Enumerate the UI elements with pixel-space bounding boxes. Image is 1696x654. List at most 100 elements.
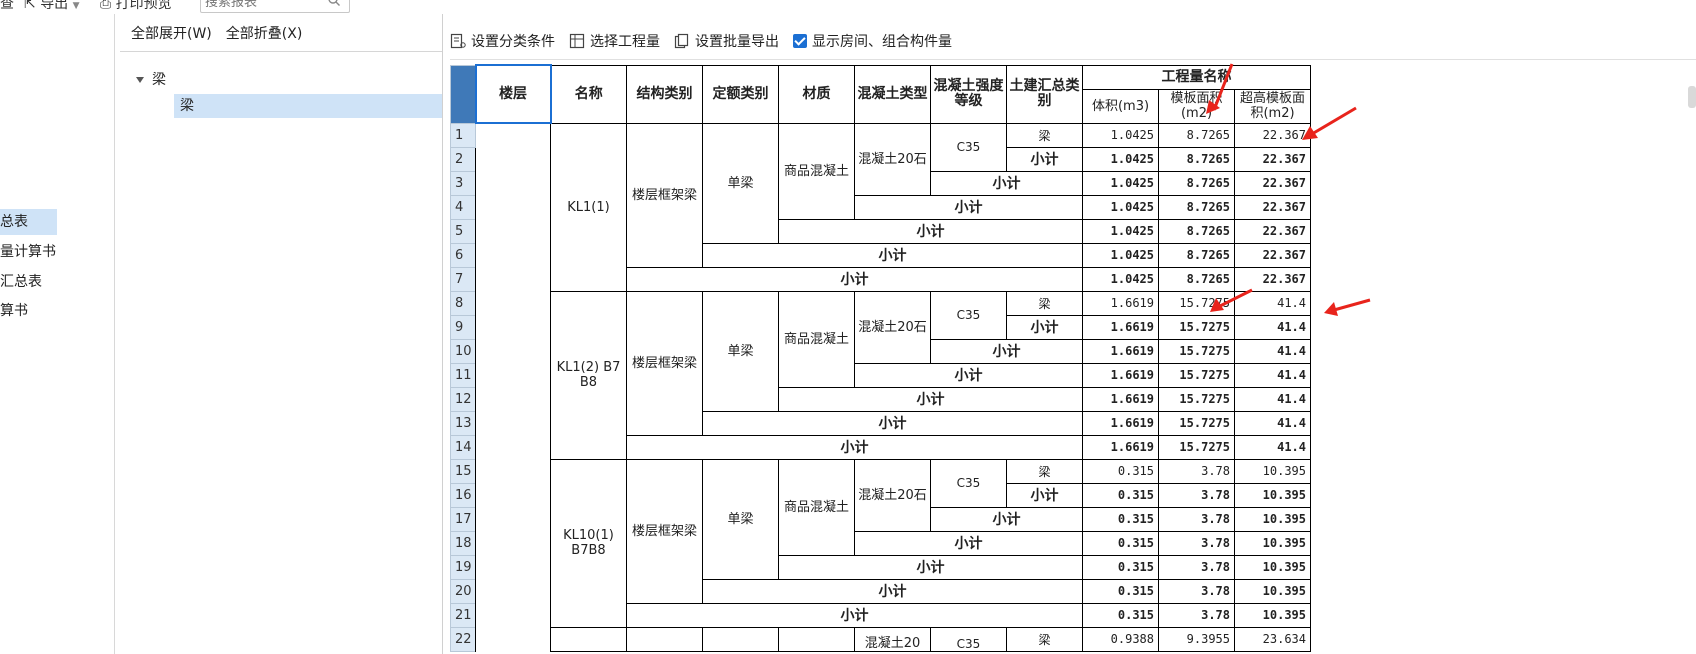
- cell-volume[interactable]: 1.0425: [1082, 242, 1159, 268]
- cell-volume[interactable]: 0.315: [1082, 506, 1159, 532]
- cell-material[interactable]: 商品混凝土: [778, 290, 855, 388]
- cell-high-formwork[interactable]: 22.367: [1234, 194, 1311, 220]
- cell-volume[interactable]: 1.6619: [1082, 434, 1159, 460]
- cell-high-formwork[interactable]: 10.395: [1234, 554, 1311, 580]
- row-number[interactable]: 21: [450, 602, 476, 628]
- toolbar-item-query[interactable]: 查: [0, 0, 14, 14]
- row-number[interactable]: 3: [450, 170, 476, 196]
- header-concrete-type[interactable]: 混凝土类型: [854, 64, 931, 124]
- cell-volume[interactable]: 1.6619: [1082, 410, 1159, 436]
- cell-formwork[interactable]: 3.78: [1158, 458, 1235, 484]
- row-number[interactable]: 19: [450, 554, 476, 580]
- cell-concrete-grade[interactable]: C35: [930, 290, 1007, 340]
- cell-high-formwork[interactable]: 41.4: [1234, 362, 1311, 388]
- cell-material[interactable]: 商品混凝土: [778, 122, 855, 220]
- cell-subtotal[interactable]: 小计: [854, 194, 1083, 220]
- header-formwork-area[interactable]: 模板面积(m2): [1158, 88, 1235, 124]
- cell-formwork[interactable]: 8.7265: [1158, 242, 1235, 268]
- cell-subtotal[interactable]: 小计: [1006, 146, 1083, 172]
- cell-volume[interactable]: 1.6619: [1082, 362, 1159, 388]
- cell-volume[interactable]: 1.6619: [1082, 290, 1159, 316]
- cell-high-formwork[interactable]: 41.4: [1234, 338, 1311, 364]
- cell-concrete-grade[interactable]: C35: [930, 626, 1007, 652]
- cell-concrete-type[interactable]: 混凝土20: [854, 626, 931, 652]
- cell-formwork[interactable]: 8.7265: [1158, 170, 1235, 196]
- cell-formwork[interactable]: 8.7265: [1158, 146, 1235, 172]
- search-icon[interactable]: [327, 0, 341, 7]
- checkbox-checked-icon[interactable]: [793, 34, 807, 48]
- cell-civil-category[interactable]: 梁: [1006, 458, 1083, 484]
- cell-high-formwork[interactable]: 10.395: [1234, 482, 1311, 508]
- cell-name[interactable]: [550, 626, 627, 652]
- row-number[interactable]: 6: [450, 242, 476, 268]
- caret-down-icon[interactable]: [136, 77, 144, 83]
- cell-high-formwork[interactable]: 41.4: [1234, 290, 1311, 316]
- cell-volume[interactable]: 1.0425: [1082, 170, 1159, 196]
- cell-material[interactable]: 商品混凝土: [778, 458, 855, 556]
- select-quantity-button[interactable]: 选择工程量: [569, 31, 660, 51]
- print-preview-button[interactable]: ⎙ 打印预览: [100, 0, 172, 14]
- cell-subtotal[interactable]: 小计: [626, 434, 1083, 460]
- right-edge-handle[interactable]: [1688, 86, 1696, 108]
- cell-volume[interactable]: 0.9388: [1082, 626, 1159, 652]
- header-concrete-grade[interactable]: 混凝土强度等级: [930, 64, 1007, 124]
- show-rooms-checkbox[interactable]: 显示房间、组合构件量: [793, 31, 952, 51]
- cell-formwork[interactable]: 3.78: [1158, 506, 1235, 532]
- tree-node-beam-root[interactable]: 梁: [136, 68, 166, 92]
- cell-volume[interactable]: 1.0425: [1082, 146, 1159, 172]
- row-number[interactable]: 10: [450, 338, 476, 364]
- cell-civil-category[interactable]: 梁: [1006, 626, 1083, 652]
- report-item-calc-book[interactable]: 量计算书: [0, 239, 56, 265]
- cell-struct-type[interactable]: 楼层框架梁: [626, 290, 703, 436]
- cell-formwork[interactable]: 8.7265: [1158, 122, 1235, 148]
- cell-formwork[interactable]: 15.7275: [1158, 410, 1235, 436]
- header-high-formwork-area[interactable]: 超高模板面积(m2): [1234, 88, 1311, 124]
- header-volume[interactable]: 体积(m3): [1082, 88, 1159, 124]
- cell-high-formwork[interactable]: 22.367: [1234, 218, 1311, 244]
- cell-high-formwork[interactable]: 10.395: [1234, 602, 1311, 628]
- cell-formwork[interactable]: 15.7275: [1158, 338, 1235, 364]
- report-item-summary[interactable]: 总表: [0, 209, 57, 235]
- cell-high-formwork[interactable]: 10.395: [1234, 530, 1311, 556]
- cell-concrete-type[interactable]: 混凝土20石: [854, 458, 931, 532]
- collapse-all-button[interactable]: 全部折叠(X): [226, 23, 303, 43]
- cell-formwork[interactable]: 15.7275: [1158, 314, 1235, 340]
- set-category-button[interactable]: 设置分类条件: [450, 31, 555, 51]
- batch-export-button[interactable]: 设置批量导出: [674, 31, 779, 51]
- cell-formwork[interactable]: 8.7265: [1158, 266, 1235, 292]
- cell-subtotal[interactable]: 小计: [778, 218, 1083, 244]
- row-number[interactable]: 20: [450, 578, 476, 604]
- cell-quota-type[interactable]: 单梁: [702, 458, 779, 580]
- cell-high-formwork[interactable]: 41.4: [1234, 386, 1311, 412]
- cell-volume[interactable]: 1.0425: [1082, 194, 1159, 220]
- cell-volume[interactable]: 1.6619: [1082, 338, 1159, 364]
- cell-formwork[interactable]: 15.7275: [1158, 290, 1235, 316]
- row-number[interactable]: 7: [450, 266, 476, 292]
- cell-high-formwork[interactable]: 10.395: [1234, 578, 1311, 604]
- cell-formwork[interactable]: 9.3955: [1158, 626, 1235, 652]
- cell-volume[interactable]: 0.315: [1082, 458, 1159, 484]
- row-number[interactable]: 16: [450, 482, 476, 508]
- cell-formwork[interactable]: 3.78: [1158, 482, 1235, 508]
- cell-formwork[interactable]: 8.7265: [1158, 218, 1235, 244]
- header-material[interactable]: 材质: [778, 64, 855, 124]
- cell-subtotal[interactable]: 小计: [778, 554, 1083, 580]
- cell-volume[interactable]: 1.0425: [1082, 122, 1159, 148]
- cell-subtotal[interactable]: 小计: [702, 410, 1083, 436]
- cell-subtotal[interactable]: 小计: [1006, 314, 1083, 340]
- cell-struct-type[interactable]: [626, 626, 703, 652]
- row-number[interactable]: 5: [450, 218, 476, 244]
- cell-subtotal[interactable]: 小计: [778, 386, 1083, 412]
- row-number[interactable]: 15: [450, 458, 476, 484]
- cell-subtotal[interactable]: 小计: [854, 362, 1083, 388]
- cell-formwork[interactable]: 15.7275: [1158, 362, 1235, 388]
- row-number[interactable]: 9: [450, 314, 476, 340]
- cell-formwork[interactable]: 15.7275: [1158, 434, 1235, 460]
- cell-volume[interactable]: 1.0425: [1082, 266, 1159, 292]
- row-number[interactable]: 22: [450, 626, 476, 652]
- report-search-input[interactable]: [201, 0, 321, 12]
- header-name[interactable]: 名称: [550, 64, 627, 124]
- cell-civil-category[interactable]: 梁: [1006, 290, 1083, 316]
- row-number[interactable]: 17: [450, 506, 476, 532]
- header-struct-type[interactable]: 结构类别: [626, 64, 703, 124]
